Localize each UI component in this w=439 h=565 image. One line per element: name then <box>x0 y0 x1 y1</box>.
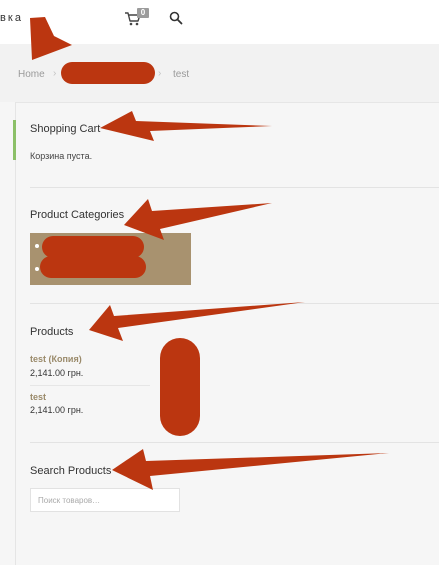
products-widget-title: Products <box>30 326 74 338</box>
breadcrumb-separator: › <box>53 68 57 79</box>
widget-divider <box>30 303 439 304</box>
widget-divider <box>30 187 439 188</box>
category-bullet <box>35 244 39 248</box>
product-link[interactable]: test (Копия) <box>30 354 82 364</box>
product-divider <box>30 385 150 386</box>
breadcrumb-current: test <box>173 69 190 80</box>
breadcrumb-separator: › <box>158 68 162 79</box>
breadcrumb-redaction <box>61 62 155 84</box>
cart-count-badge: 0 <box>137 8 149 18</box>
product-link[interactable]: test <box>30 392 46 402</box>
page: вка 0 Home › › test Shopping Cart Корзин… <box>0 0 439 565</box>
cart-widget-title: Shopping Cart <box>30 123 101 135</box>
widget-divider <box>30 442 439 443</box>
category-bullet <box>35 267 39 271</box>
search-icon[interactable] <box>169 11 183 25</box>
menu-text[interactable]: вка <box>0 12 23 24</box>
breadcrumb-home-link[interactable]: Home <box>18 69 45 80</box>
product-image-redaction <box>160 338 200 436</box>
cart-empty-text: Корзина пуста. <box>30 151 93 161</box>
category-redaction[interactable] <box>40 256 146 278</box>
breadcrumb: Home › › test <box>0 44 439 103</box>
search-widget-title: Search Products <box>30 465 112 477</box>
annotation-arrow <box>100 111 272 141</box>
product-search-input[interactable] <box>30 488 180 512</box>
annotation-arrow <box>112 449 389 490</box>
annotation-arrow <box>89 302 305 341</box>
categories-widget-title: Product Categories <box>30 209 125 221</box>
left-sidebar-strip <box>0 102 16 565</box>
product-price: 2,141.00 грн. <box>30 368 84 378</box>
category-redaction[interactable] <box>42 236 144 258</box>
top-bar: вка 0 <box>0 0 439 44</box>
product-price: 2,141.00 грн. <box>30 405 84 415</box>
left-accent-bar <box>13 120 16 160</box>
